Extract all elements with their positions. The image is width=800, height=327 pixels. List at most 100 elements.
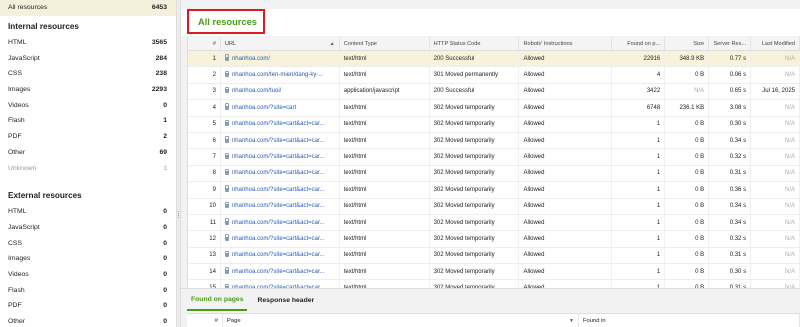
col-content-type-header[interactable]: Content Type <box>340 37 430 50</box>
table-body: 1 nhanhoa.com/text/html 200 Successful Allo… <box>188 51 800 288</box>
dropdown-icon: ▼ <box>569 318 574 324</box>
cell-found-on-pages: 6748 <box>612 100 666 116</box>
cell-server-response-value: 0.65 s <box>729 88 747 95</box>
sidebar-item-label: Videos <box>8 101 29 109</box>
details-col-page-header[interactable]: Page ▼ <box>223 314 579 327</box>
table-row[interactable]: 9 nhanhoa.com/?site=cart&act=car... text/h… <box>188 182 800 199</box>
table-row[interactable]: 6 nhanhoa.com/?site=cart&act=car... text/h… <box>188 132 800 150</box>
table-row[interactable]: 10 nhanhoa.com/?site=cart&act=car... text/… <box>188 198 800 215</box>
cell-last-modified-value: N/A <box>784 203 795 210</box>
sidebar-item-all-resources[interactable]: All resources 6453 <box>0 0 176 16</box>
table-row[interactable]: 11 nhanhoa.com/?site=cart&act=car... text/… <box>188 214 800 232</box>
sidebar-item-other[interactable]: Other 0 <box>0 314 176 327</box>
cell-num: 8 <box>188 165 221 182</box>
col-url-header[interactable]: URL ▲ <box>221 37 340 50</box>
cell-content-type: text/html <box>340 231 430 247</box>
cell-num: 15 <box>188 280 221 288</box>
sidebar-item-count: 2 <box>163 133 167 141</box>
cell-robots-value: Allowed <box>523 121 545 128</box>
url-link[interactable]: nhanhoa.com/?site=cart <box>232 105 296 111</box>
url-link[interactable]: nhanhoa.com/ <box>232 56 270 62</box>
cell-last-modified-value: N/A <box>784 137 795 144</box>
cell-server-response: 0.31 s <box>709 247 752 264</box>
col-robots-header[interactable]: Robots' Instructions <box>519 37 613 50</box>
cell-num: 14 <box>188 264 221 280</box>
url-link[interactable]: nhanhoa.com/?site=cart&act=car... <box>232 252 325 258</box>
details-col-found-in-header[interactable]: Found in <box>579 314 800 327</box>
table-row[interactable]: 5 nhanhoa.com/?site=cart&act=car... text/h… <box>188 116 800 133</box>
url-link[interactable]: nhanhoa.com/?site=cart&act=car... <box>232 269 325 275</box>
sidebar-item-images[interactable]: Images 2293 <box>0 82 176 98</box>
cell-size-value: 0 B <box>695 203 705 210</box>
cell-last-modified-value: N/A <box>784 170 795 177</box>
details-col-page-label: Page <box>227 318 241 324</box>
cell-found-on-pages-value: 1 <box>656 203 661 210</box>
details-col-num-header[interactable]: # <box>187 314 223 327</box>
cell-server-response-value: 0.31 s <box>729 170 747 177</box>
cell-server-response-value: 0.32 s <box>729 235 747 242</box>
cell-num: 11 <box>188 214 221 231</box>
sidebar-item-html[interactable]: HTML 3565 <box>0 35 176 51</box>
cell-found-on-pages: 1 <box>612 182 666 198</box>
table-row[interactable]: 4 nhanhoa.com/?site=cart text/html 302 Move… <box>188 100 800 117</box>
table-row[interactable]: 2 nhanhoa.com/ten-mien/dang-ky-... text/ht… <box>188 67 800 84</box>
sidebar-item-count: 0 <box>163 302 167 310</box>
cell-found-on-pages-value: 1 <box>656 219 661 226</box>
sidebar-item-other[interactable]: Other 69 <box>0 145 176 161</box>
sidebar-item-videos[interactable]: Videos 0 <box>0 267 176 283</box>
sidebar-item-flash[interactable]: Flash 1 <box>0 113 176 129</box>
table-row[interactable]: 12 nhanhoa.com/?site=cart&act=car... text/… <box>188 231 800 248</box>
table-row[interactable]: 8 nhanhoa.com/?site=cart&act=car... text/h… <box>188 165 800 183</box>
col-size-header[interactable]: Size <box>665 37 710 50</box>
sidebar-item-count: 0 <box>163 239 167 247</box>
url-link[interactable]: nhanhoa.com/?site=cart&act=car... <box>232 236 325 242</box>
url-link[interactable]: nhanhoa.com/?site=cart&act=car... <box>232 138 325 144</box>
sidebar-item-videos[interactable]: Videos 0 <box>0 97 176 113</box>
cell-size-value: 0 B <box>695 121 705 128</box>
table-row[interactable]: 1 nhanhoa.com/text/html 200 Successful Allo… <box>188 51 800 68</box>
table-row[interactable]: 7 nhanhoa.com/?site=cart&act=car... text/h… <box>188 149 800 166</box>
sidebar-item-flash[interactable]: Flash 0 <box>0 282 176 298</box>
table-row[interactable]: 3 nhanhoa.com/tuoi/application/javascript… <box>188 83 800 101</box>
sidebar-item-css[interactable]: CSS 238 <box>0 66 176 82</box>
col-http-status-header[interactable]: HTTP Status Code <box>430 37 520 50</box>
cell-robots-value: Allowed <box>523 235 545 242</box>
cell-http-status-value: 301 Moved permanently <box>433 72 498 79</box>
col-server-response-header[interactable]: Server Res... <box>709 37 752 50</box>
table-row[interactable]: 13 nhanhoa.com/?site=cart&act=car... text/… <box>188 247 800 265</box>
sidebar-item-pdf[interactable]: PDF 0 <box>0 298 176 314</box>
sidebar-item-pdf[interactable]: PDF 2 <box>0 129 176 145</box>
url-link[interactable]: nhanhoa.com/?site=cart&act=car... <box>232 154 325 160</box>
url-link[interactable]: nhanhoa.com/?site=cart&act=car... <box>232 203 325 209</box>
col-last-modified-header[interactable]: Last Modified <box>751 37 800 50</box>
sidebar-item-images[interactable]: Images 0 <box>0 251 176 267</box>
sidebar-item-javascript[interactable]: JavaScript 284 <box>0 50 176 66</box>
cell-size: N/A <box>665 83 710 100</box>
cell-server-response-value: 0.30 s <box>729 121 747 128</box>
col-num-header[interactable]: # <box>188 37 221 50</box>
url-link[interactable]: nhanhoa.com/ten-mien/dang-ky-... <box>232 72 323 78</box>
cell-found-on-pages-value: 3422 <box>646 88 661 95</box>
sidebar-item-css[interactable]: CSS 0 <box>0 235 176 251</box>
url-link[interactable]: nhanhoa.com/?site=cart&act=car... <box>232 187 325 193</box>
sidebar-item-unknown[interactable]: Unknown 1 <box>0 160 176 176</box>
url-link[interactable]: nhanhoa.com/tuoi/ <box>232 88 281 94</box>
cell-server-response: 0.31 s <box>709 280 752 288</box>
cell-url: nhanhoa.com/tuoi/ <box>221 83 340 100</box>
table-row[interactable]: 15nhanhoa.com/?site=cart&act=car...text/… <box>188 280 800 288</box>
sidebar-item-javascript[interactable]: JavaScript 0 <box>0 220 176 236</box>
table-row[interactable]: 14 nhanhoa.com/?site=cart&act=car... text/… <box>188 264 800 281</box>
url-link[interactable]: nhanhoa.com/?site=cart&act=car... <box>232 170 325 176</box>
sidebar-item-count: 0 <box>163 223 167 231</box>
tab-response-header[interactable]: Response header <box>253 289 318 311</box>
tab-found-on-pages[interactable]: Found on pages <box>187 289 248 311</box>
cell-size: 0 B <box>665 231 710 247</box>
url-link[interactable]: nhanhoa.com/?site=cart&act=car... <box>232 220 325 226</box>
col-found-on-pages-header[interactable]: Found on p... <box>612 37 666 50</box>
cell-size: 0 B <box>665 149 710 165</box>
sidebar-item-label: JavaScript <box>8 223 40 231</box>
url-link[interactable]: nhanhoa.com/?site=cart&act=car... <box>232 121 325 127</box>
sidebar-item-html[interactable]: HTML 0 <box>0 204 176 220</box>
cell-url: nhanhoa.com/?site=cart&act=car... <box>221 231 340 247</box>
cell-size: 0 B <box>665 165 710 182</box>
